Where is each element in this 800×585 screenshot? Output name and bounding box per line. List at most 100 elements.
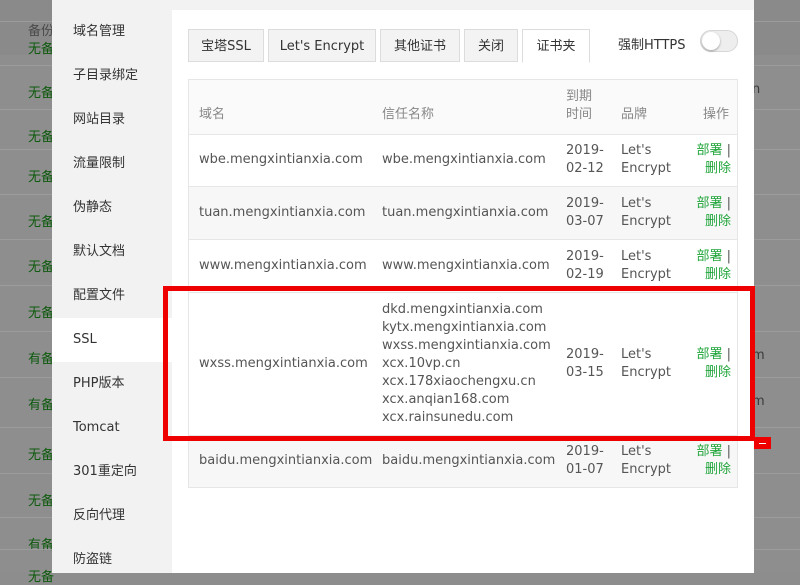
column-header-brand: 品牌 bbox=[621, 107, 648, 122]
cell-actions: 部署 | 删除 bbox=[669, 142, 731, 178]
cell-trust-names: wbe.mengxintianxia.com bbox=[382, 151, 546, 169]
sidebar-item-traffic-limit[interactable]: 流量限制 bbox=[52, 142, 172, 186]
deploy-link[interactable]: 部署 bbox=[696, 196, 722, 211]
cell-expire-date: 2019- 02-12 bbox=[566, 142, 604, 178]
background-backup-status: 无备 bbox=[28, 494, 55, 509]
toggle-knob bbox=[702, 32, 720, 50]
background-header-label: 备份 bbox=[28, 24, 55, 39]
column-header-domain: 域名 bbox=[199, 107, 226, 122]
expire-year: 2019- bbox=[566, 444, 604, 459]
action-separator: | bbox=[722, 196, 731, 211]
background-backup-status: 无备 bbox=[28, 448, 55, 463]
background-backup-status: 有备 bbox=[28, 538, 55, 553]
table-row: baidu.mengxintianxia.com baidu.mengxinti… bbox=[189, 436, 737, 487]
brand-line2: Encrypt bbox=[621, 462, 671, 477]
settings-sidebar: 域名管理 子目录绑定 网站目录 流量限制 伪静态 默认文档 配置文件 SSL P… bbox=[52, 10, 172, 573]
cell-brand: Let's Encrypt bbox=[621, 443, 671, 479]
delete-link[interactable]: 删除 bbox=[705, 267, 731, 282]
cell-brand: Let's Encrypt bbox=[621, 248, 671, 284]
expire-year: 2019- bbox=[566, 249, 604, 264]
sidebar-item-ssl[interactable]: SSL bbox=[52, 318, 172, 362]
cell-trust-names: baidu.mengxintianxia.com bbox=[382, 452, 555, 470]
tab-close[interactable]: 关闭 bbox=[464, 29, 518, 62]
cell-expire-date: 2019- 02-19 bbox=[566, 248, 604, 284]
expire-year: 2019- bbox=[566, 143, 604, 158]
dialog-title-bar bbox=[52, 0, 754, 10]
sidebar-item-reverse-proxy[interactable]: 反向代理 bbox=[52, 494, 172, 538]
delete-link[interactable]: 删除 bbox=[705, 214, 731, 229]
sidebar-item-domain-management[interactable]: 域名管理 bbox=[52, 10, 172, 54]
sidebar-item-subdirectory-binding[interactable]: 子目录绑定 bbox=[52, 54, 172, 98]
background-backup-status: 无备 bbox=[28, 260, 55, 275]
background-backup-status: 有备 bbox=[28, 398, 55, 413]
column-header-expire-line1: 到期 bbox=[566, 89, 593, 104]
force-https-label: 强制HTTPS bbox=[618, 38, 686, 53]
tab-other-certificate[interactable]: 其他证书 bbox=[380, 29, 460, 62]
sidebar-item-hotlink-protection[interactable]: 防盗链 bbox=[52, 538, 172, 582]
cell-trust-names: tuan.mengxintianxia.com bbox=[382, 204, 548, 222]
sidebar-item-301-redirect[interactable]: 301重定向 bbox=[52, 450, 172, 494]
delete-link[interactable]: 删除 bbox=[705, 462, 731, 477]
expire-day: 03-07 bbox=[566, 214, 604, 229]
red-highlight-handle bbox=[754, 437, 771, 449]
cell-domain: www.mengxintianxia.com bbox=[199, 258, 367, 273]
red-highlight-box bbox=[163, 286, 755, 441]
background-backup-status: 无备 bbox=[28, 306, 55, 321]
background-backup-status: 无备 bbox=[28, 170, 55, 185]
cell-brand: Let's Encrypt bbox=[621, 195, 671, 231]
action-separator: | bbox=[722, 143, 731, 158]
cell-expire-date: 2019- 03-07 bbox=[566, 195, 604, 231]
cell-actions: 部署 | 删除 bbox=[669, 195, 731, 231]
cell-trust-names: www.mengxintianxia.com bbox=[382, 257, 550, 275]
column-header-actions: 操作 bbox=[703, 107, 730, 122]
background-backup-status: 无备 bbox=[28, 42, 55, 57]
cell-actions: 部署 | 删除 bbox=[669, 248, 731, 284]
trust-name: www.mengxintianxia.com bbox=[382, 258, 550, 273]
column-header-expire-line2: 时间 bbox=[566, 107, 593, 122]
sidebar-item-rewrite[interactable]: 伪静态 bbox=[52, 186, 172, 230]
background-backup-status: 无备 bbox=[28, 130, 55, 145]
action-separator: | bbox=[722, 249, 731, 264]
deploy-link[interactable]: 部署 bbox=[696, 143, 722, 158]
cell-brand: Let's Encrypt bbox=[621, 142, 671, 178]
sidebar-item-tomcat[interactable]: Tomcat bbox=[52, 406, 172, 450]
trust-name: baidu.mengxintianxia.com bbox=[382, 453, 556, 468]
expire-year: 2019- bbox=[566, 196, 604, 211]
cell-expire-date: 2019- 01-07 bbox=[566, 443, 604, 479]
expire-day: 02-12 bbox=[566, 161, 604, 176]
tab-baota-ssl[interactable]: 宝塔SSL bbox=[188, 29, 264, 62]
deploy-link[interactable]: 部署 bbox=[696, 444, 722, 459]
column-header-trust-name: 信任名称 bbox=[382, 107, 435, 122]
action-separator: | bbox=[722, 444, 731, 459]
table-row: wbe.mengxintianxia.com wbe.mengxintianxi… bbox=[189, 134, 737, 187]
background-backup-status: 有备 bbox=[28, 352, 55, 367]
brand-line2: Encrypt bbox=[621, 214, 671, 229]
expire-day: 02-19 bbox=[566, 267, 604, 282]
trust-name: wbe.mengxintianxia.com bbox=[382, 152, 546, 167]
expire-day: 01-07 bbox=[566, 462, 604, 477]
brand-line1: Let's bbox=[621, 143, 652, 158]
brand-line1: Let's bbox=[621, 249, 652, 264]
background-backup-status: 无备 bbox=[28, 86, 55, 101]
cell-domain: tuan.mengxintianxia.com bbox=[199, 205, 366, 220]
background-backup-status: 无备 bbox=[28, 215, 55, 230]
deploy-link[interactable]: 部署 bbox=[696, 249, 722, 264]
cell-domain: wbe.mengxintianxia.com bbox=[199, 152, 363, 167]
sidebar-item-php-version[interactable]: PHP版本 bbox=[52, 362, 172, 406]
table-row: tuan.mengxintianxia.com tuan.mengxintian… bbox=[189, 187, 737, 240]
brand-line1: Let's bbox=[621, 196, 652, 211]
trust-name: tuan.mengxintianxia.com bbox=[382, 205, 549, 220]
force-https-toggle[interactable] bbox=[700, 30, 738, 52]
delete-link[interactable]: 删除 bbox=[705, 161, 731, 176]
brand-line1: Let's bbox=[621, 444, 652, 459]
brand-line2: Encrypt bbox=[621, 267, 671, 282]
background-backup-status: 无备 bbox=[28, 570, 55, 585]
sidebar-item-config-file[interactable]: 配置文件 bbox=[52, 274, 172, 318]
cell-actions: 部署 | 删除 bbox=[669, 443, 731, 479]
sidebar-item-site-directory[interactable]: 网站目录 bbox=[52, 98, 172, 142]
table-header: 域名 信任名称 到期 时间 品牌 操作 bbox=[189, 80, 737, 135]
tab-certificate-folder[interactable]: 证书夹 bbox=[522, 29, 590, 63]
sidebar-item-default-document[interactable]: 默认文档 bbox=[52, 230, 172, 274]
cell-domain: baidu.mengxintianxia.com bbox=[199, 453, 373, 468]
tab-lets-encrypt[interactable]: Let's Encrypt bbox=[268, 29, 376, 62]
